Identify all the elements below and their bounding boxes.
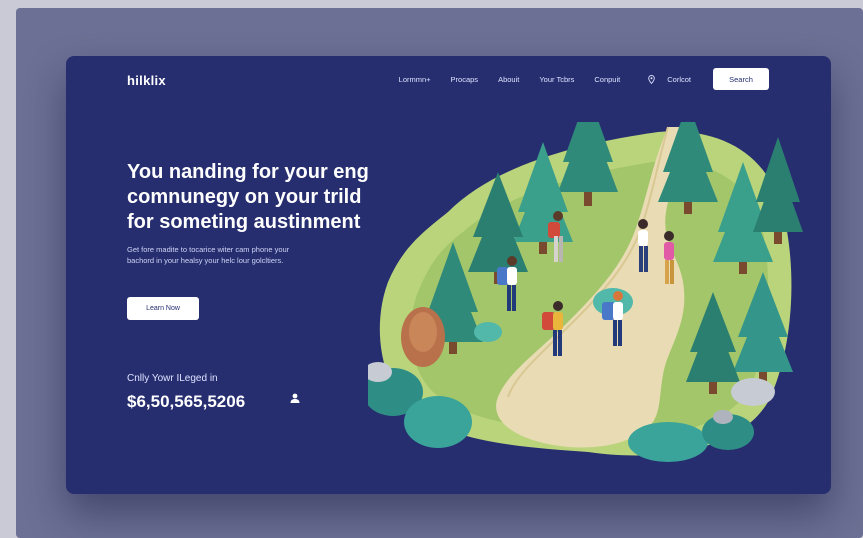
pine-tree bbox=[753, 137, 803, 244]
headline-line: for someting austinment bbox=[127, 211, 361, 233]
subtext-line: bachord in your healsy your helc lour go… bbox=[127, 256, 284, 265]
rock bbox=[713, 410, 733, 424]
headline-line: comnunegy on your trild bbox=[127, 186, 362, 208]
headline-line: You nanding for your eng bbox=[127, 161, 369, 183]
search-button[interactable]: Search bbox=[713, 68, 769, 90]
landing-card: hilklix Lormmn+ Procaps Abouit Your Tcbr… bbox=[66, 56, 831, 494]
subtext-line: Get fore madite to tocarice witer cam ph… bbox=[127, 245, 290, 254]
hero-subtext: Get fore madite to tocarice witer cam ph… bbox=[127, 244, 387, 266]
nav-item-conpuit[interactable]: Conpuit bbox=[594, 75, 620, 84]
location-pin-icon bbox=[648, 74, 655, 84]
hiking-forest-illustration bbox=[368, 122, 803, 462]
nav-item-lormmn[interactable]: Lormmn+ bbox=[399, 75, 431, 84]
nav-contact[interactable]: Corlcot bbox=[648, 75, 691, 84]
rock bbox=[731, 378, 775, 406]
nav-item-your-tcbrs[interactable]: Your Tcbrs bbox=[539, 75, 574, 84]
user-icon[interactable] bbox=[289, 392, 301, 404]
brand-logo[interactable]: hilklix bbox=[127, 73, 166, 88]
shrub bbox=[404, 396, 472, 448]
stat-label: Cnlly Yowr ILeged in bbox=[127, 373, 218, 384]
nav-item-about[interactable]: Abouit bbox=[498, 75, 519, 84]
hiker bbox=[638, 219, 648, 272]
autumn-bush bbox=[401, 307, 445, 367]
top-nav: Lormmn+ Procaps Abouit Your Tcbrs Conpui… bbox=[379, 68, 769, 90]
stat-value: $6,50,565,5206 bbox=[127, 392, 246, 411]
hiker bbox=[664, 231, 674, 284]
shrub bbox=[474, 322, 502, 342]
nav-contact-label: Corlcot bbox=[667, 74, 691, 84]
shrub bbox=[628, 422, 708, 462]
nav-item-procaps[interactable]: Procaps bbox=[451, 75, 479, 84]
learn-now-button[interactable]: Learn Now bbox=[127, 297, 199, 320]
